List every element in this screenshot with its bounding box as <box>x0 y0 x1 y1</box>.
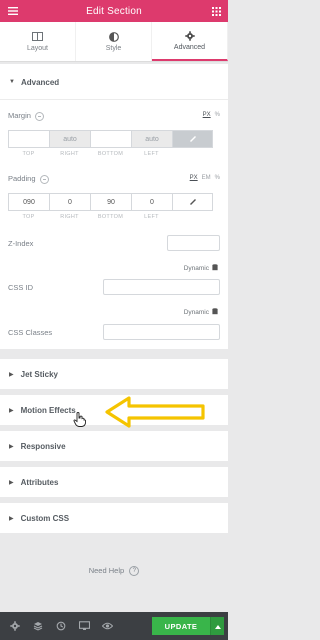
need-help-label: Need Help <box>88 566 125 575</box>
need-help-link[interactable]: Need Help ? <box>0 566 228 577</box>
margin-inputs: auto auto <box>8 130 213 148</box>
section-title: Jet Sticky <box>20 369 58 379</box>
gear-icon <box>184 30 196 41</box>
css-id-label: CSS ID <box>8 283 34 292</box>
padding-left-input[interactable]: 0 <box>131 193 172 211</box>
settings-icon[interactable] <box>7 619 23 633</box>
update-options-button[interactable] <box>210 617 224 635</box>
tab-bar: Layout Style Advanced <box>0 22 228 62</box>
database-icon <box>212 308 218 317</box>
section-attributes[interactable]: ▶ Attributes <box>0 467 228 497</box>
padding-label: Padding <box>8 174 49 184</box>
section-title: Motion Effects <box>20 405 76 415</box>
panel-footer: UPDATE <box>0 612 228 640</box>
section-advanced-header[interactable]: ▼ Advanced <box>0 64 228 100</box>
margin-bottom-input[interactable] <box>90 130 131 148</box>
link-values-icon[interactable] <box>172 193 213 211</box>
responsive-mode-icon[interactable] <box>76 619 92 633</box>
tab-layout-label: Layout <box>26 44 49 52</box>
margin-units: PX % <box>203 112 220 118</box>
sublabel-left: LEFT <box>144 214 159 220</box>
css-classes-input[interactable] <box>103 324 220 340</box>
padding-inputs: 090 0 90 0 <box>8 193 213 211</box>
section-title: Attributes <box>20 477 59 487</box>
panel-header: Edit Section <box>0 0 228 22</box>
panel-title: Edit Section <box>86 5 142 17</box>
margin-top-input[interactable] <box>8 130 49 148</box>
dynamic-label: Dynamic <box>183 309 209 316</box>
grid-icon[interactable] <box>210 5 222 17</box>
caret-up-icon <box>214 621 221 631</box>
unit-percent[interactable]: % <box>215 112 220 118</box>
sublabel-bottom: BOTTOM <box>97 151 124 157</box>
responsive-icon[interactable] <box>34 111 44 121</box>
section-jet-sticky[interactable]: ▶ Jet Sticky <box>0 359 228 389</box>
dynamic-tags-1[interactable]: Dynamic <box>184 264 218 273</box>
link-values-icon[interactable] <box>172 130 213 148</box>
margin-left-input[interactable]: auto <box>131 130 172 148</box>
sublabel-right: RIGHT <box>60 214 79 220</box>
css-classes-label: CSS Classes <box>8 328 53 337</box>
css-id-input[interactable] <box>103 279 220 295</box>
z-index-label: Z-Index <box>8 239 34 248</box>
caret-down-icon: ▼ <box>9 79 15 85</box>
tab-style-label: Style <box>105 44 122 52</box>
padding-units: PX EM % <box>190 175 220 181</box>
z-index-input[interactable] <box>167 235 220 251</box>
unit-em[interactable]: EM <box>202 175 211 181</box>
sublabel-right: RIGHT <box>60 151 79 157</box>
unit-px[interactable]: PX <box>203 112 211 118</box>
preview-eye-icon[interactable] <box>99 619 115 633</box>
unit-px[interactable]: PX <box>190 175 198 181</box>
arrow-annotation-icon <box>105 396 205 428</box>
margin-right-input[interactable]: auto <box>49 130 90 148</box>
caret-right-icon: ▶ <box>9 479 14 486</box>
half-circle-icon <box>108 31 120 42</box>
hand-cursor-icon <box>73 412 86 427</box>
section-title: Responsive <box>20 441 66 451</box>
section-custom-css[interactable]: ▶ Custom CSS <box>0 503 228 533</box>
tab-advanced-label: Advanced <box>173 43 206 51</box>
section-title: Custom CSS <box>20 513 70 523</box>
margin-sublabels: TOP RIGHT BOTTOM LEFT <box>8 151 172 157</box>
sublabel-left: LEFT <box>144 151 159 157</box>
section-responsive[interactable]: ▶ Responsive <box>0 431 228 461</box>
sublabel-top: TOP <box>22 151 35 157</box>
history-icon[interactable] <box>53 619 69 633</box>
navigator-icon[interactable] <box>30 619 46 633</box>
sublabel-top: TOP <box>22 214 35 220</box>
question-icon: ? <box>129 566 140 577</box>
padding-right-input[interactable]: 0 <box>49 193 90 211</box>
section-advanced-title: Advanced <box>20 77 60 87</box>
database-icon <box>212 264 218 273</box>
caret-right-icon: ▶ <box>9 371 14 378</box>
hamburger-icon[interactable] <box>7 5 19 17</box>
divider <box>0 99 228 100</box>
tab-advanced[interactable]: Advanced <box>152 22 228 61</box>
responsive-icon[interactable] <box>39 174 49 184</box>
padding-sublabels: TOP RIGHT BOTTOM LEFT <box>8 214 172 220</box>
dynamic-label: Dynamic <box>183 265 209 272</box>
unit-percent[interactable]: % <box>215 175 220 181</box>
margin-label: Margin <box>8 111 44 121</box>
sublabel-bottom: BOTTOM <box>97 214 124 220</box>
update-button[interactable]: UPDATE <box>152 617 210 635</box>
padding-top-input[interactable]: 090 <box>8 193 49 211</box>
padding-bottom-input[interactable]: 90 <box>90 193 131 211</box>
caret-right-icon: ▶ <box>9 407 14 414</box>
tab-layout[interactable]: Layout <box>0 22 76 61</box>
columns-icon <box>32 32 44 42</box>
caret-right-icon: ▶ <box>9 443 14 450</box>
caret-right-icon: ▶ <box>9 515 14 522</box>
dynamic-tags-2[interactable]: Dynamic <box>184 308 218 317</box>
tab-style[interactable]: Style <box>76 22 152 61</box>
